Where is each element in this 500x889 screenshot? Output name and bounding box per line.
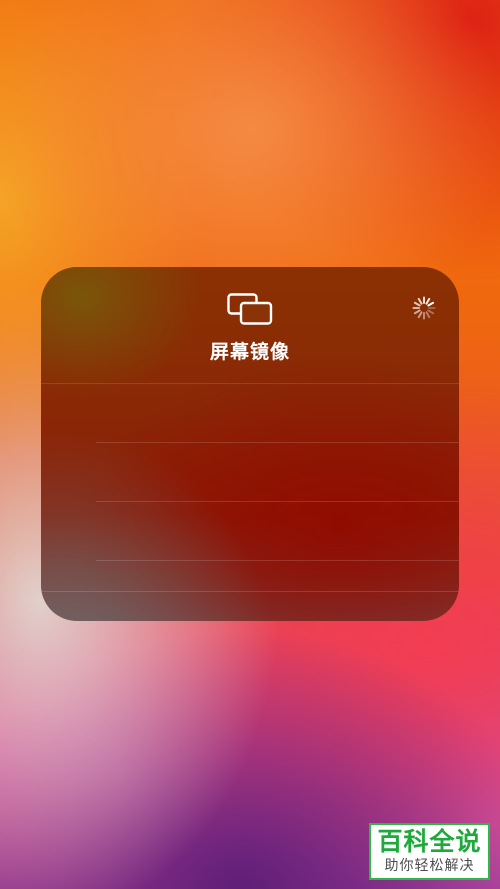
spinner-spoke: [417, 297, 423, 305]
spinner-spoke: [413, 309, 421, 315]
spinner-spoke: [425, 297, 431, 305]
spinner-spoke: [417, 311, 423, 319]
watermark-subtitle: 助你轻松解决: [384, 858, 475, 874]
spinner-spoke: [425, 311, 431, 319]
screen-mirroring-panel: 屏幕镜像: [41, 267, 459, 621]
screen-mirroring-icon: [227, 293, 273, 325]
device-row-2[interactable]: [41, 443, 459, 502]
panel-header: 屏幕镜像: [41, 267, 459, 384]
loading-spinner-icon: [412, 296, 436, 320]
device-row-4[interactable]: [41, 561, 459, 592]
panel-title: 屏幕镜像: [209, 341, 290, 363]
watermark-logo: 百科全说 助你轻松解决: [369, 823, 490, 880]
spinner-spoke: [413, 301, 421, 307]
device-row-3[interactable]: [41, 502, 459, 561]
watermark-title: 百科全说: [377, 827, 482, 856]
spinner-spoke: [427, 301, 435, 307]
device-row-1[interactable]: [41, 384, 459, 443]
spinner-spoke: [427, 309, 435, 315]
device-list: [41, 384, 459, 592]
row-divider: [41, 591, 459, 592]
